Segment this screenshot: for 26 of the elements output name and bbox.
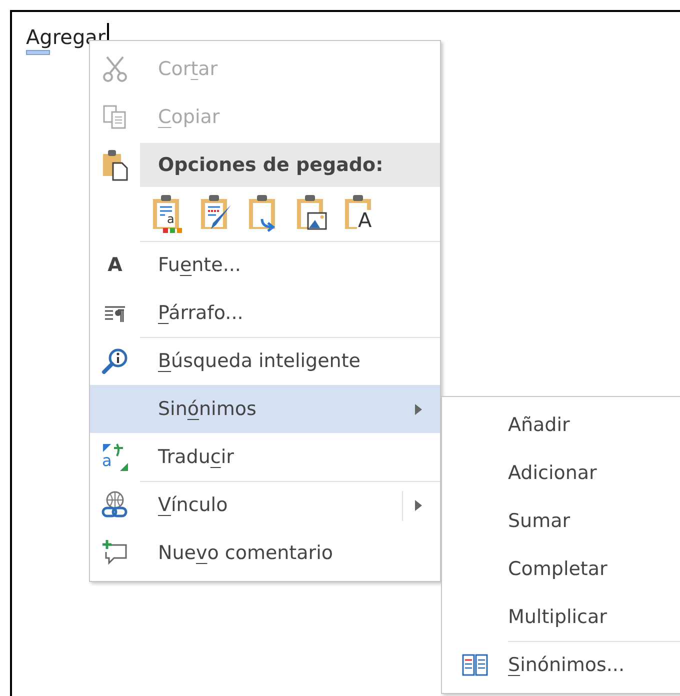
scissors-icon [102,55,128,83]
menu-item[interactable]: Nuevo comentario [90,529,440,577]
comment-icon [101,539,129,567]
smart-tag-icon [26,50,50,55]
menu-item[interactable]: A Fuente... [90,241,440,289]
menu-item[interactable]: Sinónimos... [508,641,680,689]
menu-item[interactable]: Sinónimos [90,385,440,433]
font-icon: A [108,256,122,274]
book-icon [462,654,488,676]
menu-item[interactable]: a Traducir [90,433,440,481]
search-icon [101,347,129,375]
menu-item[interactable]: Multiplicar [508,593,680,641]
menu-item[interactable]: Adicionar [508,449,680,497]
menu-item[interactable]: Búsqueda inteligente [90,337,440,385]
menu-item[interactable]: Completar [508,545,680,593]
submenu-arrow-icon [415,500,422,511]
menu-item[interactable]: Párrafo... [90,289,440,337]
globe-link-icon [100,490,130,520]
copy-icon [102,104,128,130]
menu-item[interactable]: Añadir [508,401,680,449]
paste-icon [101,149,129,181]
submenu-arrow-icon [415,404,422,415]
menu-item[interactable]: Sumar [508,497,680,545]
menu-item[interactable]: Vínculo [90,481,440,529]
section-header: Opciones de pegado: [140,143,440,187]
paste-picture-icon[interactable] [294,193,330,233]
